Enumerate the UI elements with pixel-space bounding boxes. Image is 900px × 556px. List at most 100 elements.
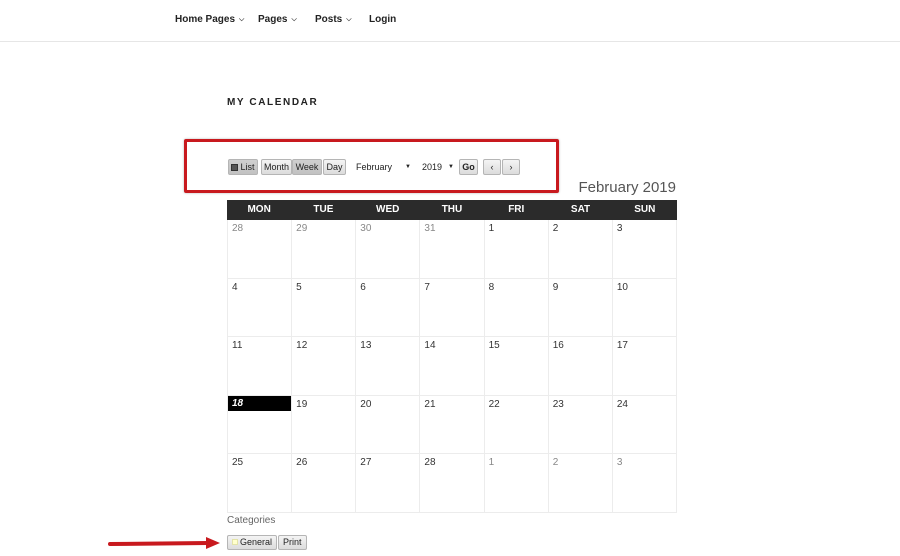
calendar-day-cell[interactable]: 1 [484,220,549,279]
list-view-label: List [240,162,255,172]
calendar-day-cell[interactable]: 16 [548,337,613,396]
day-number: 25 [232,457,244,469]
calendar-day-cell[interactable]: 26 [292,454,357,513]
calendar-day-cell[interactable]: 4 [227,278,293,338]
category-print-label: Print [283,537,302,547]
week-view-button[interactable]: Week [292,159,322,175]
page-title: MY CALENDAR [227,97,319,108]
calendar-day-cell[interactable]: 1 [484,454,549,513]
day-number: 6 [360,281,366,293]
calendar-day-cell[interactable]: 30 [356,220,421,279]
previous-month-button[interactable]: ‹ [483,159,501,175]
calendar-day-cell[interactable]: 17 [612,337,677,396]
day-number: 30 [360,223,372,234]
calendar-day-cell[interactable]: 8 [484,278,549,338]
day-number: 21 [424,398,436,410]
next-month-button[interactable]: › [502,159,520,175]
calendar-day-cell[interactable]: 19 [292,395,357,455]
weekday-label: TUE [313,204,334,215]
day-number: 23 [552,398,564,410]
day-number: 17 [616,340,628,352]
calendar-day-cell[interactable]: 28 [420,454,485,513]
calendar-day-cell[interactable]: 21 [420,395,485,455]
category-general-button[interactable]: General [227,535,278,550]
arrow-right-icon [108,537,220,549]
day-number: 29 [296,223,308,234]
list-view-button[interactable]: List [228,159,258,175]
go-button[interactable]: Go [459,159,478,175]
caret-down-icon: ▼ [405,164,411,170]
list-icon [231,164,239,171]
calendar-week-row: 11 12 13 14 15 16 17 [227,337,677,396]
day-view-button[interactable]: Day [323,159,346,175]
caret-down-icon: ▼ [448,164,454,170]
weekday-header: MON TUE WED THU FRI SAT SUN [227,200,677,220]
calendar-day-cell[interactable]: 3 [612,220,677,279]
calendar-week-row: 25 26 27 28 1 2 3 [227,454,677,513]
day-number: 12 [296,340,308,352]
month-select[interactable]: February ▼ [356,159,411,175]
nav-item-pages[interactable]: Pages ⌵ [258,14,297,25]
weekday-label: WED [376,204,400,215]
calendar-day-cell[interactable]: 29 [292,220,357,279]
day-number: 4 [232,281,238,293]
nav-item-label: Home Pages [175,14,236,25]
category-color-swatch [232,539,238,545]
calendar-day-cell[interactable]: 25 [227,454,293,513]
year-select[interactable]: 2019 ▼ [422,159,454,175]
calendar-day-cell[interactable]: 2 [548,454,613,513]
calendar-week-row: 4 5 6 7 8 9 10 [227,278,677,338]
calendar-day-cell[interactable]: 6 [356,278,421,338]
calendar-day-cell[interactable]: 14 [420,337,485,396]
day-number: 28 [232,223,244,234]
calendar-day-cell[interactable]: 12 [292,337,357,396]
calendar-day-cell[interactable]: 11 [227,337,293,396]
calendar-day-cell[interactable]: 23 [548,395,613,455]
nav-item-home-pages[interactable]: Home Pages ⌵ [175,14,244,25]
nav-item-label: Posts [315,14,343,25]
day-number: 22 [488,398,500,410]
month-heading: February 2019 [578,179,676,196]
day-view-label: Day [326,162,343,172]
nav-item-label: Pages [258,14,288,25]
calendar-day-cell[interactable]: 7 [420,278,485,338]
calendar-day-cell[interactable]: 20 [356,395,421,455]
calendar-day-cell[interactable]: 10 [612,278,677,338]
calendar-day-cell[interactable]: 24 [612,395,677,455]
chevron-down-icon: ⌵ [239,16,245,23]
day-number: 15 [488,340,500,352]
calendar-day-cell[interactable]: 27 [356,454,421,513]
calendar-day-cell[interactable]: 28 [227,220,293,279]
calendar-day-cell-today[interactable]: 18 [227,395,293,455]
week-view-label: Week [295,162,319,172]
day-number: 3 [616,457,623,469]
month-view-label: Month [263,162,289,172]
day-number: 24 [616,398,628,410]
month-view-button[interactable]: Month [261,159,292,175]
calendar-day-cell[interactable]: 9 [548,278,613,338]
day-number: 26 [296,457,308,469]
calendar-day-cell[interactable]: 15 [484,337,549,396]
weekday-label: THU [441,204,463,215]
day-number-today: 18 [228,395,291,411]
nav-item-login[interactable]: Login [369,14,396,25]
calendar-day-cell[interactable]: 3 [612,454,677,513]
day-number: 20 [360,398,372,410]
top-navigation: Home Pages ⌵ Pages ⌵ Posts ⌵ Login [0,0,900,42]
category-print-button[interactable]: Print [278,535,307,550]
day-number: 3 [616,223,623,234]
calendar-day-cell[interactable]: 13 [356,337,421,396]
chevron-right-icon: › [509,162,513,172]
category-general-label: General [240,537,273,547]
day-number: 10 [616,281,628,293]
day-number: 9 [552,281,559,293]
calendar-day-cell[interactable]: 5 [292,278,357,338]
day-number: 19 [296,398,308,410]
weekday-label: MON [247,204,271,215]
calendar-day-cell[interactable]: 22 [484,395,549,455]
nav-item-posts[interactable]: Posts ⌵ [315,14,352,25]
calendar-day-cell[interactable]: 2 [548,220,613,279]
calendar-day-cell[interactable]: 31 [420,220,485,279]
day-number: 1 [488,223,495,234]
day-number: 2 [552,223,559,234]
